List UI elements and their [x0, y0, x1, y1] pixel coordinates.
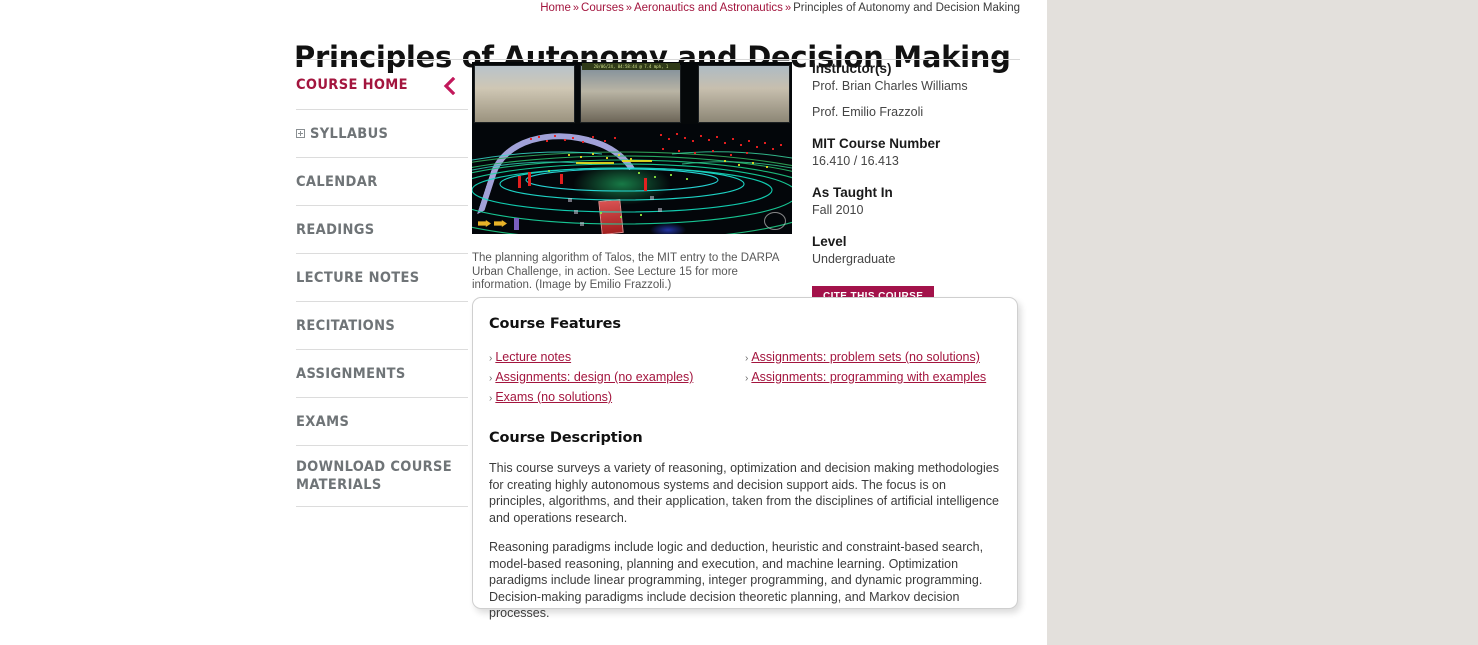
breadcrumb-separator: »: [784, 2, 792, 14]
sidebar-item-recitations[interactable]: Recitations: [296, 302, 468, 350]
sidebar-item-course-home[interactable]: Course Home: [296, 62, 468, 110]
camera-view-left: [474, 65, 575, 123]
sidebar-item-lecture-notes[interactable]: Lecture Notes: [296, 254, 468, 302]
feature-item[interactable]: › Exams (no solutions): [489, 388, 745, 408]
instructor-name: Prof. Brian Charles Williams: [812, 79, 968, 93]
sidebar-item-assignments[interactable]: Assignments: [296, 350, 468, 398]
sidebar-item-label: Syllabus: [310, 125, 389, 142]
camera-view-right: [698, 65, 790, 123]
feature-link-assignments-programming[interactable]: Assignments: programming with examples: [751, 370, 986, 384]
course-features-list: › Lecture notes › Assignments: design (no …: [489, 348, 1001, 408]
sidebar-item-label: Readings: [296, 221, 375, 238]
course-thumbnail-image: 20/06/24, 04:58:44 @ 7.4 mph, 1 checkpoi…: [472, 62, 792, 234]
course-description-heading: Course Description: [489, 430, 643, 446]
as-taught-in-heading: As Taught In: [812, 185, 893, 200]
instructors-block: Instructor(s) Prof. Brian Charles Willia…: [812, 60, 1022, 121]
hud-arrow-icon: [478, 220, 491, 227]
sidebar-item-label: Course Home: [296, 76, 408, 93]
features-column-right: › Assignments: problem sets (no solutions…: [745, 348, 1001, 408]
level-value: Undergraduate: [812, 252, 896, 266]
hud-status-bar: [514, 218, 519, 230]
as-taught-in-value: Fall 2010: [812, 203, 864, 217]
sidebar-item-label: Download Course Materials: [296, 459, 453, 493]
feature-item[interactable]: › Assignments: problem sets (no solutions…: [745, 348, 1001, 368]
course-features-heading: Course Features: [489, 316, 621, 332]
expand-plus-icon[interactable]: [296, 129, 305, 138]
feature-item[interactable]: › Assignments: design (no examples): [489, 368, 745, 388]
course-info-panel: Instructor(s) Prof. Brian Charles Willia…: [812, 60, 1022, 308]
level-heading: Level: [812, 234, 847, 249]
sidebar-item-label: Assignments: [296, 365, 406, 382]
level-block: Level Undergraduate: [812, 233, 1022, 268]
page-root: Home» Courses» Aeronautics and Astronautic…: [0, 0, 1478, 645]
breadcrumb-link-courses[interactable]: Courses: [581, 2, 624, 14]
course-number-block: MIT Course Number 16.410 / 16.413: [812, 135, 1022, 170]
breadcrumb: Home» Courses» Aeronautics and Astronautic…: [296, 0, 1020, 15]
chevron-left-icon[interactable]: [442, 76, 456, 95]
as-taught-in-block: As Taught In Fall 2010: [812, 184, 1022, 219]
hud-arrow-icon: [494, 220, 507, 227]
breadcrumb-link-home[interactable]: Home: [540, 2, 571, 14]
hud-indicator-group: [478, 218, 530, 230]
feature-item[interactable]: › Assignments: programming with examples: [745, 368, 1001, 388]
feature-link-assignments-problem-sets[interactable]: Assignments: problem sets (no solutions): [751, 350, 980, 364]
sidebar-item-download-course-materials[interactable]: Download Course Materials: [296, 446, 468, 507]
instructor-name: Prof. Emilio Frazzoli: [812, 105, 924, 119]
breadcrumb-link-department[interactable]: Aeronautics and Astronautics: [634, 2, 783, 14]
sidebar-item-readings[interactable]: Readings: [296, 206, 468, 254]
breadcrumb-separator: »: [625, 2, 632, 14]
sidebar-item-label: Recitations: [296, 317, 396, 334]
features-column-left: › Lecture notes › Assignments: design (no …: [489, 348, 745, 408]
instructors-heading: Instructor(s): [812, 61, 892, 76]
sidebar-item-label: Calendar: [296, 173, 378, 190]
lidar-point-cloud: [472, 124, 792, 234]
telemetry-overlay-label: 20/06/24, 04:58:44 @ 7.4 mph, 1 checkpoi…: [582, 63, 680, 70]
sidebar-item-syllabus[interactable]: Syllabus: [296, 110, 468, 158]
course-description-paragraph: This course surveys a variety of reasoni…: [489, 461, 999, 525]
sidebar-item-label: Exams: [296, 413, 350, 430]
course-number-heading: MIT Course Number: [812, 136, 941, 151]
feature-link-exams[interactable]: Exams (no solutions): [495, 390, 612, 404]
sidebar-item-calendar[interactable]: Calendar: [296, 158, 468, 206]
sidebar-item-label: Lecture Notes: [296, 269, 420, 286]
image-caption: The planning algorithm of Talos, the MIT…: [472, 252, 779, 291]
breadcrumb-separator: »: [572, 2, 580, 14]
breadcrumb-current: Principles of Autonomy and Decision Maki…: [793, 2, 1020, 14]
course-number-value: 16.410 / 16.413: [812, 154, 899, 168]
hud-compass-icon: [764, 212, 786, 230]
sidebar-item-exams[interactable]: Exams: [296, 398, 468, 446]
feature-item[interactable]: › Lecture notes: [489, 348, 745, 368]
feature-link-assignments-design[interactable]: Assignments: design (no examples): [495, 370, 693, 384]
course-description-paragraph: Reasoning paradigms include logic and de…: [489, 540, 984, 620]
course-navigation: Course Home Syllabus Calendar Readings L…: [296, 62, 468, 507]
feature-link-lecture-notes[interactable]: Lecture notes: [495, 350, 571, 364]
camera-view-center: [580, 65, 681, 123]
course-features-description-card: Course Features › Lecture notes › Assignme…: [472, 297, 1018, 620]
